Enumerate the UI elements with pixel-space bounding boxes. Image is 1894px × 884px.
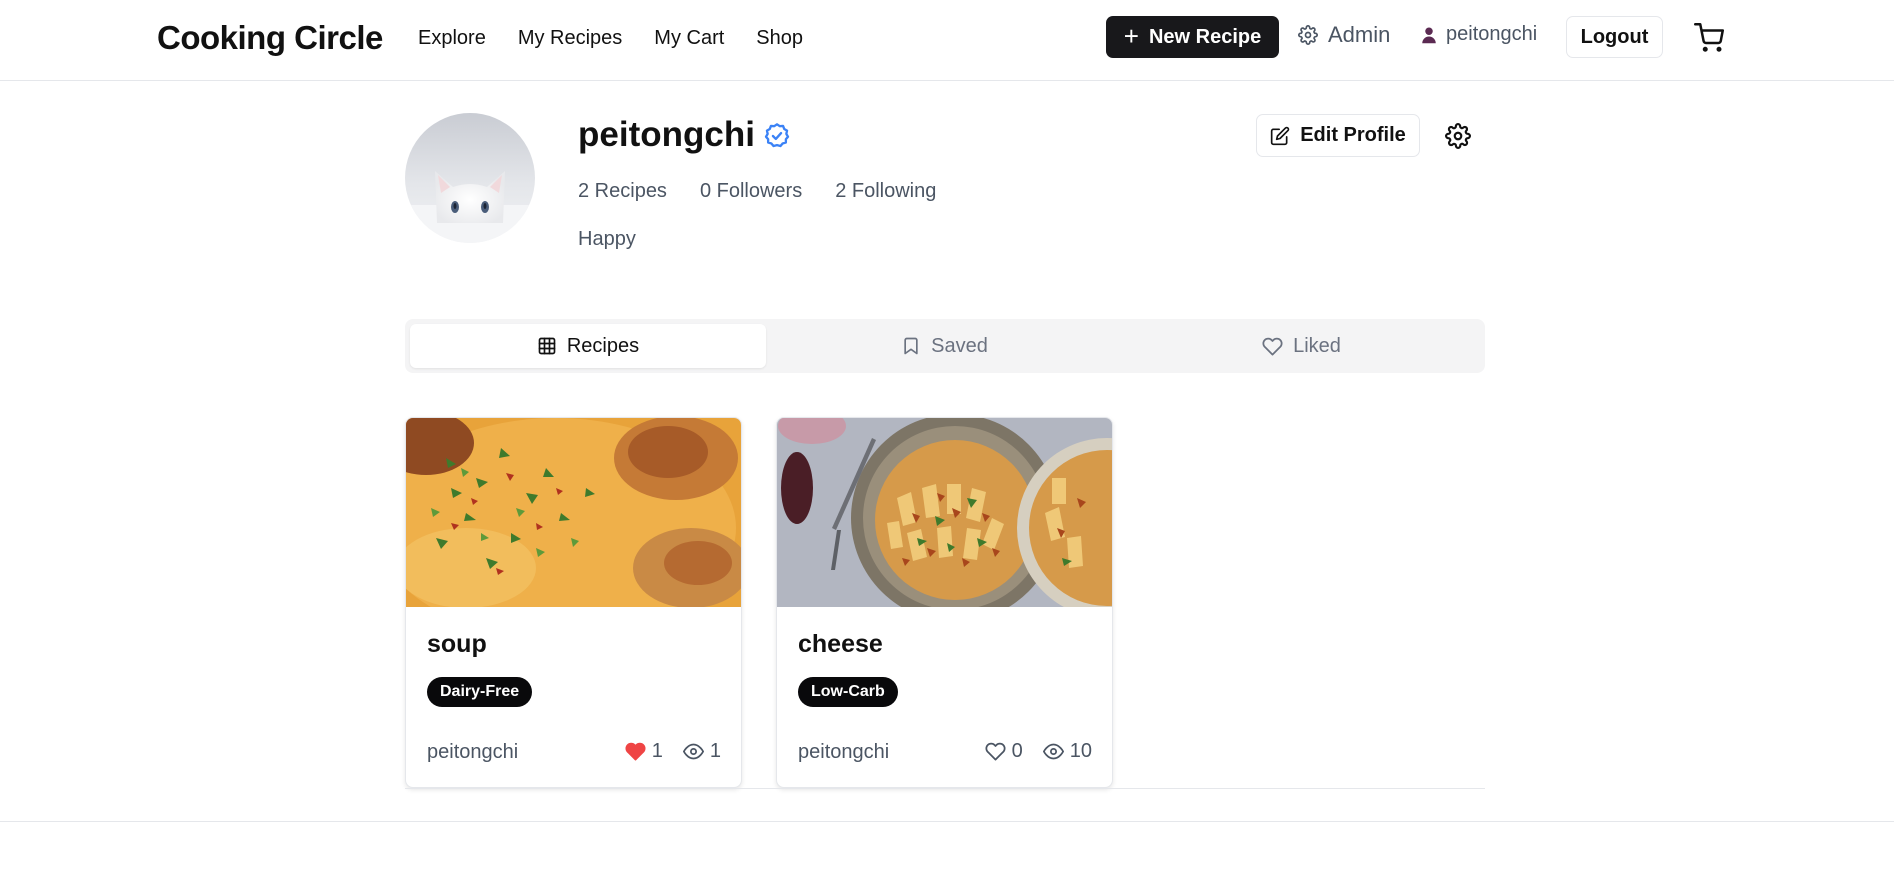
likes-count: 1: [651, 740, 663, 762]
eye-icon: [682, 743, 704, 760]
edit-profile-label: Edit Profile: [1300, 124, 1406, 146]
likes-stat[interactable]: 0: [985, 740, 1023, 763]
tab-liked-label: Liked: [1293, 334, 1341, 357]
bookmark-icon: [904, 337, 918, 355]
views-count: 10: [1069, 740, 1092, 762]
logout-button[interactable]: Logout: [1566, 16, 1663, 58]
settings-gear-icon[interactable]: [1445, 123, 1471, 149]
profile-tabs: Recipes Saved Liked: [405, 319, 1485, 373]
brand-logo[interactable]: Cooking Circle: [157, 18, 383, 58]
tab-saved-label: Saved: [931, 334, 988, 357]
nav-shop[interactable]: Shop: [756, 24, 803, 52]
admin-label: Admin: [1328, 22, 1391, 47]
heart-filled-icon: [625, 742, 646, 761]
user-profile-link[interactable]: peitongchi: [1420, 23, 1537, 46]
gear-icon: [1298, 25, 1318, 45]
following-count[interactable]: 2 Following: [835, 180, 936, 203]
tab-liked[interactable]: Liked: [1123, 324, 1480, 368]
recipe-image: [777, 418, 1112, 607]
new-recipe-button[interactable]: + New Recipe: [1106, 16, 1279, 58]
recipe-card-cheese[interactable]: cheese Low-Carb peitongchi 0 10: [776, 417, 1113, 788]
recipe-author[interactable]: peitongchi: [798, 741, 889, 764]
edit-profile-button[interactable]: Edit Profile: [1256, 114, 1420, 157]
recipe-stats: 1 1: [625, 740, 721, 763]
recipe-stats: 0 10: [985, 740, 1092, 763]
tab-recipes[interactable]: Recipes: [410, 324, 766, 368]
likes-count: 0: [1011, 740, 1023, 762]
recipe-title[interactable]: cheese: [798, 630, 883, 659]
avatar: [405, 113, 535, 243]
shopping-cart-icon[interactable]: [1694, 23, 1724, 53]
tab-saved[interactable]: Saved: [766, 324, 1123, 368]
admin-link[interactable]: Admin: [1298, 22, 1390, 48]
recipe-tag: Dairy-Free: [427, 677, 533, 707]
verified-badge-icon: [764, 123, 790, 148]
nav-explore[interactable]: Explore: [418, 24, 486, 52]
footer-divider: [0, 821, 1894, 822]
grid-icon: [538, 337, 556, 355]
nav-my-cart[interactable]: My Cart: [654, 24, 724, 52]
tab-recipes-label: Recipes: [566, 334, 640, 357]
profile-name: peitongchi: [578, 115, 755, 154]
nav-my-recipes[interactable]: My Recipes: [518, 24, 622, 52]
profile-bio: Happy: [578, 228, 636, 250]
views-count: 1: [709, 740, 721, 762]
likes-stat[interactable]: 1: [625, 740, 663, 763]
recipe-tag: Low-Carb: [798, 677, 898, 707]
top-navbar: Cooking Circle Explore My Recipes My Car…: [0, 0, 1894, 81]
views-stat: 1: [682, 740, 721, 763]
profile-stats: 2 Recipes 0 Followers 2 Following: [578, 180, 936, 203]
plus-icon: +: [1123, 21, 1139, 51]
heart-icon: [1262, 337, 1283, 355]
recipe-image: [406, 418, 741, 607]
content-divider: [405, 788, 1485, 789]
edit-icon: [1271, 126, 1290, 145]
main-nav: Explore My Recipes My Cart Shop: [418, 24, 803, 52]
views-stat: 10: [1042, 740, 1092, 763]
eye-icon: [1042, 743, 1064, 760]
username-label: peitongchi: [1446, 23, 1538, 45]
recipes-count[interactable]: 2 Recipes: [578, 180, 667, 203]
followers-count[interactable]: 0 Followers: [700, 180, 802, 203]
recipe-card-soup[interactable]: soup Dairy-Free peitongchi 1 1: [405, 417, 742, 788]
heart-icon: [985, 742, 1006, 761]
user-icon: [1422, 27, 1436, 43]
recipe-title[interactable]: soup: [427, 630, 487, 659]
new-recipe-label: New Recipe: [1148, 25, 1262, 48]
recipe-author[interactable]: peitongchi: [427, 741, 518, 764]
